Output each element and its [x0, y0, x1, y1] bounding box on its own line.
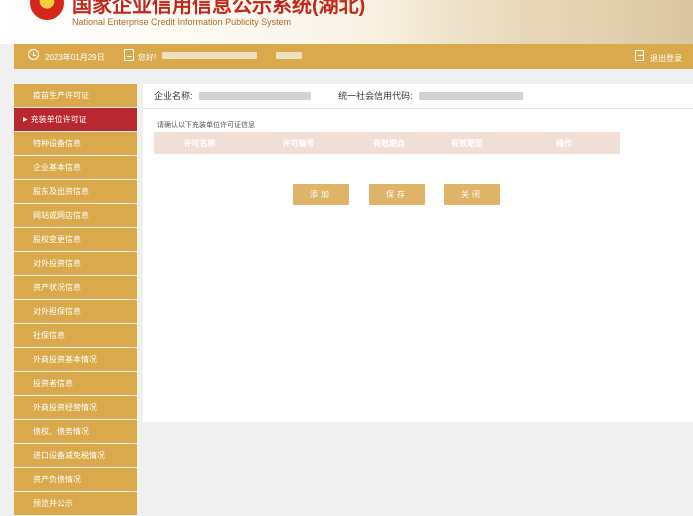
- logout-icon[interactable]: [635, 50, 644, 61]
- masked-company-name: [199, 92, 312, 100]
- sidebar-item-claims-debts[interactable]: 债权、债务情况: [14, 420, 137, 443]
- sidebar-item-label: 社保信息: [33, 331, 65, 340]
- sidebar-item-import-tax-exemption[interactable]: 进口设备减免税情况: [14, 444, 137, 467]
- license-table: 许可名称 许可编号 有效期自 有效期至 操作: [154, 132, 620, 154]
- sidebar-item-filling-unit-license[interactable]: ▶ 充装单位许可证: [14, 108, 137, 131]
- masked-username: [162, 52, 257, 59]
- sidebar-item-label: 特种设备信息: [33, 139, 81, 148]
- sidebar-item-special-equipment[interactable]: 特种设备信息: [14, 132, 137, 155]
- user-icon: [124, 49, 134, 61]
- sidebar-item-label: 外商投资经营情况: [33, 403, 97, 412]
- sidebar-item-asset-status[interactable]: 资产状况信息: [14, 276, 137, 299]
- sidebar-item-label: 疫苗生产许可证: [33, 91, 89, 100]
- current-date: 2023年01月29日: [45, 53, 105, 62]
- sidebar-item-label: 资产状况信息: [33, 283, 81, 292]
- sidebar-item-label: 充装单位许可证: [30, 115, 87, 124]
- site-title: 国家企业信用信息公示系统(湖北): [72, 0, 366, 17]
- sidebar-item-basic-info[interactable]: 企业基本信息: [14, 156, 137, 179]
- table-header-row: 许可名称 许可编号 有效期自 有效期至 操作: [154, 132, 620, 154]
- sidebar-item-foreign-investment-basic[interactable]: 外商投资基本情况: [14, 348, 137, 371]
- sidebar-item-investors[interactable]: 投资者信息: [14, 372, 137, 395]
- clock-icon: [28, 49, 39, 60]
- sidebar-item-label: 对外投资信息: [33, 259, 81, 268]
- sidebar-item-label: 网站或网店信息: [33, 211, 89, 220]
- sidebar-menu: 疫苗生产许可证 ▶ 充装单位许可证 特种设备信息 企业基本信息 股东及出资信息 网…: [14, 84, 137, 516]
- col-valid-to: 有效期至: [426, 132, 508, 154]
- greeting: 您好!: [138, 53, 157, 62]
- credit-code-label: 统一社会信用代码:: [338, 91, 413, 101]
- header-decoration: [380, 0, 693, 44]
- add-button[interactable]: 添加: [293, 184, 349, 205]
- logout-link[interactable]: 退出登录: [650, 53, 682, 64]
- sidebar-item-label: 股权变更信息: [33, 235, 81, 244]
- col-license-name: 许可名称: [154, 132, 245, 154]
- masked-credit-code: [419, 92, 524, 100]
- top-bar: 2023年01月29日 您好! 退出登录: [14, 44, 693, 69]
- sidebar-item-social-security[interactable]: 社保信息: [14, 324, 137, 347]
- col-valid-from: 有效期自: [352, 132, 426, 154]
- sidebar-item-outbound-investment[interactable]: 对外投资信息: [14, 252, 137, 275]
- caret-right-icon: ▶: [23, 117, 28, 123]
- divider: [143, 108, 693, 109]
- sidebar-item-label: 资产负债情况: [33, 475, 81, 484]
- sidebar-item-label: 债权、债务情况: [33, 427, 89, 436]
- masked-username-extra: [276, 52, 302, 59]
- close-button[interactable]: 关闭: [444, 184, 500, 205]
- sidebar-item-label: 进口设备减免税情况: [33, 451, 105, 460]
- sidebar-item-website[interactable]: 网站或网店信息: [14, 204, 137, 227]
- col-license-number: 许可编号: [245, 132, 352, 154]
- sidebar-item-label: 外商投资基本情况: [33, 355, 97, 364]
- site-subtitle: National Enterprise Credit Information P…: [72, 17, 292, 27]
- sidebar-item-label: 投资者信息: [33, 379, 73, 388]
- sidebar-item-vaccine-license[interactable]: 疫苗生产许可证: [14, 84, 137, 107]
- sidebar-item-guarantee[interactable]: 对外担保信息: [14, 300, 137, 323]
- national-emblem-icon: [30, 0, 64, 20]
- sidebar-item-foreign-investment-operation[interactable]: 外商投资经营情况: [14, 396, 137, 419]
- company-info-line: 企业名称: 统一社会信用代码:: [154, 89, 524, 102]
- sidebar-item-label: 企业基本信息: [33, 163, 81, 172]
- save-button[interactable]: 保存: [369, 184, 425, 205]
- sidebar-item-label: 预览并公示: [33, 499, 73, 508]
- sidebar-item-shareholders[interactable]: 股东及出资信息: [14, 180, 137, 203]
- sidebar-item-balance-sheet[interactable]: 资产负债情况: [14, 468, 137, 491]
- sidebar-item-preview-publish[interactable]: 预览并公示: [14, 492, 137, 515]
- confirm-notice: 请确认以下充装单位许可证信息: [157, 122, 255, 129]
- col-actions: 操作: [508, 132, 620, 154]
- sidebar-item-label: 对外担保信息: [33, 307, 81, 316]
- company-name-label: 企业名称:: [154, 91, 193, 101]
- sidebar-item-label: 股东及出资信息: [33, 187, 89, 196]
- site-header: 国家企业信用信息公示系统(湖北) National Enterprise Cre…: [0, 0, 693, 44]
- main-panel: 企业名称: 统一社会信用代码: 请确认以下充装单位许可证信息 许可名称 许可编号…: [143, 84, 693, 422]
- sidebar-item-equity-change[interactable]: 股权变更信息: [14, 228, 137, 251]
